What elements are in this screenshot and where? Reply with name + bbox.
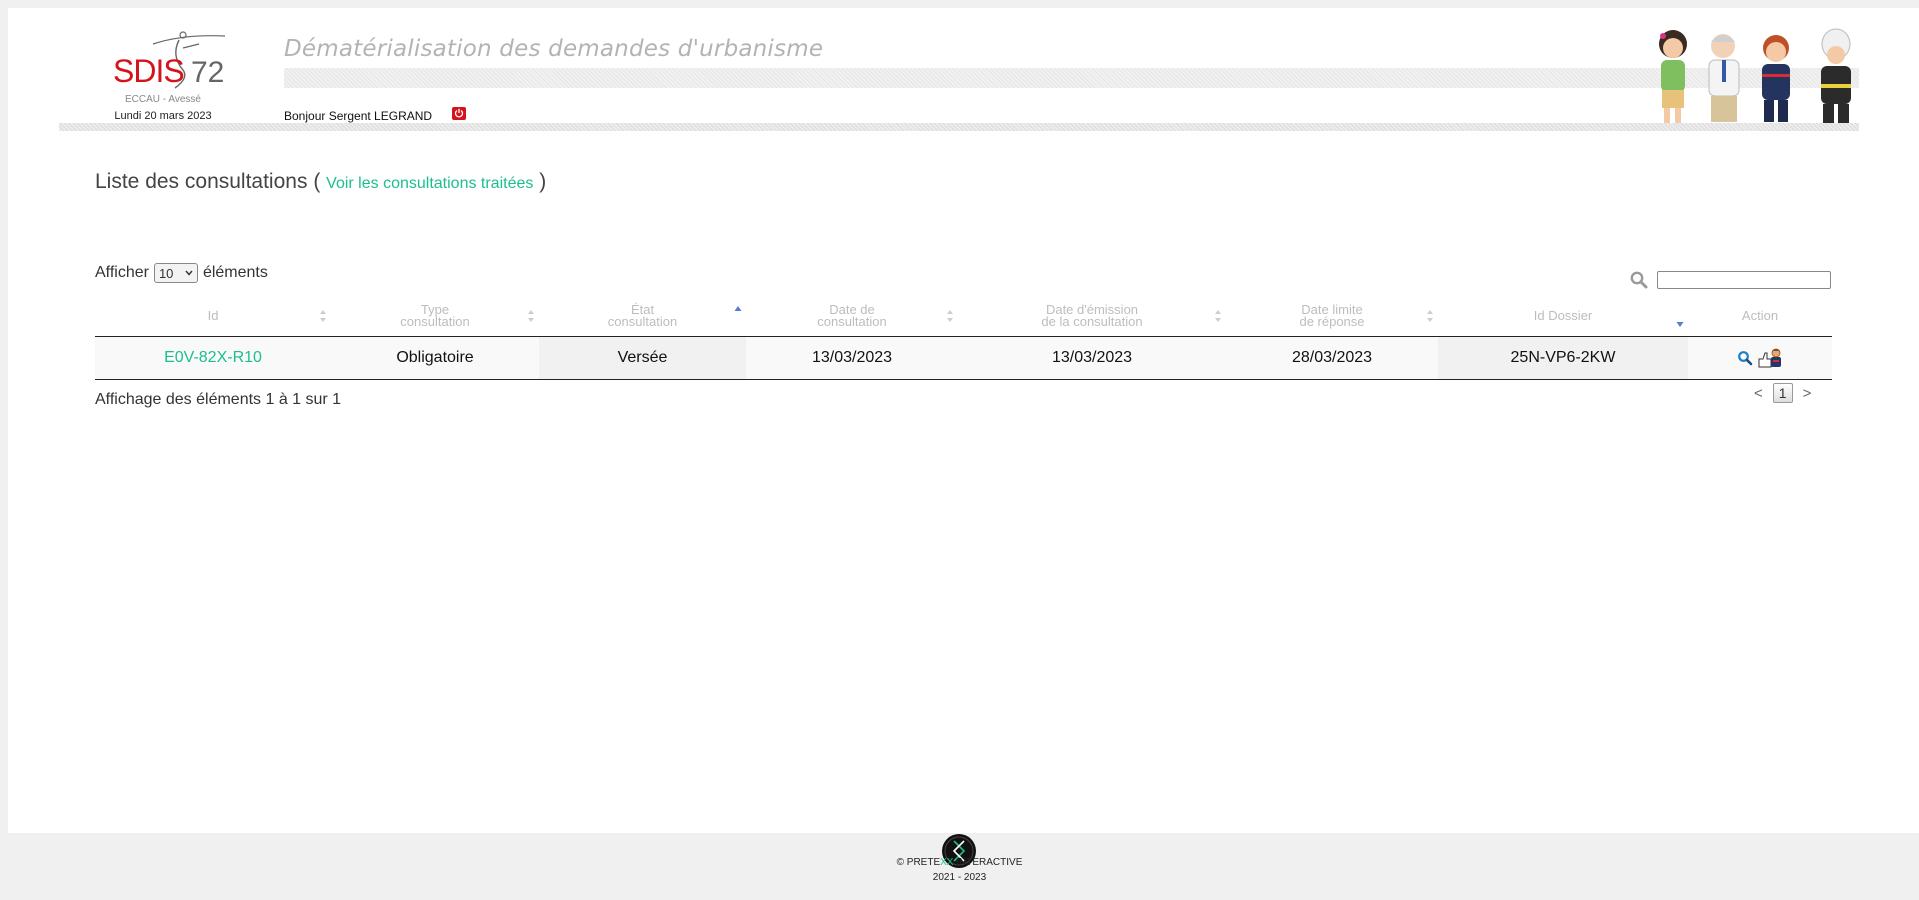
sort-both-icon [947, 310, 953, 322]
pager-next[interactable]: > [1803, 385, 1812, 402]
current-date: Lundi 20 mars 2023 [114, 110, 212, 122]
cell-date-emission: 13/03/2023 [958, 336, 1226, 380]
treated-consultations-link[interactable]: Voir les consultations traitées [326, 175, 533, 192]
app-title: Dématérialisation des demandes d'urbanis… [284, 36, 824, 62]
footer-copyright: © PRETEXX INTERACTIVE [896, 857, 1023, 868]
sort-both-icon [1427, 310, 1433, 322]
sort-both-icon [1215, 310, 1221, 322]
column-header-date-emission[interactable]: Date d'émission de la consultation [958, 296, 1226, 337]
cell-date-consultation: 13/03/2023 [746, 336, 958, 380]
logout-button[interactable] [452, 107, 466, 120]
table-row: E0V-82X-R10 Obligatoire Versée 13/03/202… [95, 336, 1832, 380]
chevron-down-icon [185, 270, 193, 276]
sort-both-icon [320, 310, 326, 322]
column-header-type[interactable]: Type consultation [331, 296, 539, 337]
svg-text:SDIS: SDIS [113, 53, 184, 89]
page-length-value: 10 [158, 265, 174, 281]
column-header-date-consultation[interactable]: Date de consultation [746, 296, 958, 337]
pagination: < 1 > [1754, 383, 1811, 403]
footer: © PRETEXX INTERACTIVE 2021 - 2023 [0, 833, 1919, 900]
table-header-row: Id Type consultation État consultation D… [95, 296, 1832, 337]
cell-type: Obligatoire [331, 336, 539, 380]
consultations-table: Id Type consultation État consultation D… [95, 296, 1832, 380]
table-info: Affichage des éléments 1 à 1 sur 1 [95, 391, 342, 408]
column-header-date-limite[interactable]: Date limite de réponse [1226, 296, 1438, 337]
paren-close: ) [539, 170, 547, 193]
pager-page-1[interactable]: 1 [1772, 383, 1793, 403]
svg-text:72: 72 [191, 56, 224, 89]
length-suffix: éléments [202, 264, 268, 281]
sort-desc-icon [1676, 321, 1684, 327]
page-title-text: Liste des consultations [95, 170, 308, 193]
logo-subtitle: ECCAU - Avessé [125, 94, 201, 105]
paren-open: ( [313, 170, 321, 193]
power-icon [454, 108, 464, 118]
column-header-id-dossier[interactable]: Id Dossier [1438, 296, 1688, 337]
consultation-id-link[interactable]: E0V-82X-R10 [164, 349, 262, 366]
sort-asc-icon [734, 306, 742, 311]
cell-id-dossier: 25N-VP6-2KW [1438, 336, 1688, 380]
cell-date-limite: 28/03/2023 [1226, 336, 1438, 380]
cell-id: E0V-82X-R10 [95, 336, 331, 380]
page-length-select[interactable]: 10 [153, 263, 198, 283]
cell-etat: Versée [539, 336, 746, 380]
page-length-control: Afficher 10 éléments [95, 263, 268, 283]
page-title: Liste des consultations ( Voir les consu… [95, 170, 546, 194]
sort-both-icon [528, 310, 534, 322]
sdis-logo: SDIS 72 ECCAU - Avessé Lundi 20 mars 202… [103, 26, 233, 126]
search-icon [1630, 271, 1648, 289]
user-greeting: Bonjour Sergent LEGRAND [284, 109, 433, 123]
respond-icon[interactable] [1757, 347, 1783, 369]
search-input[interactable] [1657, 271, 1831, 289]
magnifier-icon[interactable] [1737, 350, 1753, 366]
sdis-logo-mark: SDIS 72 [113, 31, 226, 89]
column-header-id[interactable]: Id [95, 296, 331, 337]
footer-years: 2021 - 2023 [932, 872, 987, 883]
length-prefix: Afficher [95, 264, 149, 281]
column-header-etat[interactable]: État consultation [539, 296, 746, 337]
page: SDIS 72 ECCAU - Avessé Lundi 20 mars 202… [8, 8, 1919, 833]
column-header-action: Action [1688, 296, 1832, 337]
pager-previous[interactable]: < [1754, 385, 1763, 402]
title-band [284, 68, 1859, 88]
cell-actions [1688, 336, 1832, 380]
header-band [59, 123, 1859, 131]
characters-illustration [1659, 28, 1851, 124]
